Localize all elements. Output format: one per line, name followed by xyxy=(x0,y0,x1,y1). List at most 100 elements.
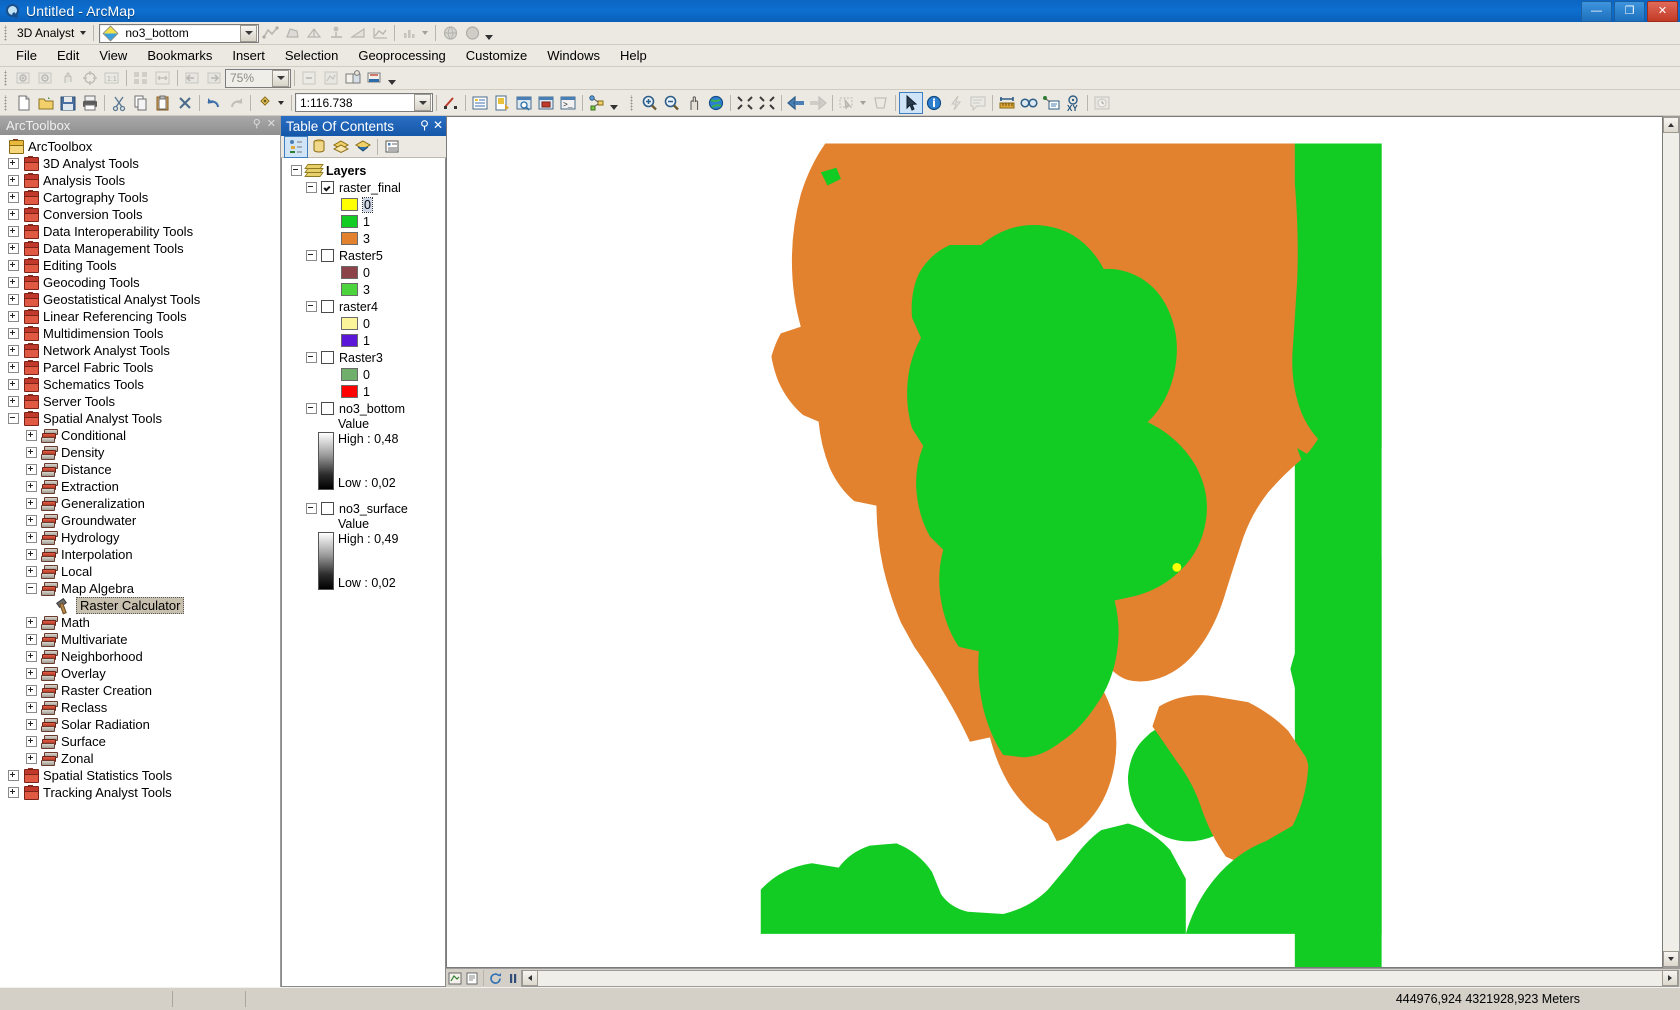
menu-bookmarks[interactable]: Bookmarks xyxy=(137,46,222,65)
chevron-down-icon[interactable] xyxy=(278,100,284,105)
toolset-interpolation[interactable]: Interpolation xyxy=(0,546,280,563)
legend-class[interactable]: 3 xyxy=(282,281,445,298)
toolbox-network-analyst-tools[interactable]: Network Analyst Tools xyxy=(0,342,280,359)
profile-graph-icon[interactable] xyxy=(369,23,391,43)
refresh-view-icon[interactable] xyxy=(487,971,504,986)
expander-icon[interactable] xyxy=(26,566,37,577)
data-driven-pages-icon[interactable] xyxy=(364,68,386,88)
toc-root-layers[interactable]: Layers xyxy=(282,162,445,179)
arctoolbox-tree[interactable]: ArcToolbox 3D Analyst Tools Analysis Too… xyxy=(0,135,280,987)
layer-visibility-checkbox[interactable] xyxy=(321,300,334,313)
menu-file[interactable]: File xyxy=(6,46,47,65)
close-button[interactable]: ✕ xyxy=(1647,1,1678,22)
undo-icon[interactable] xyxy=(203,93,225,113)
clear-selection-icon[interactable] xyxy=(870,93,892,113)
expander-icon[interactable] xyxy=(26,634,37,645)
toolbox-data-management-tools[interactable]: Data Management Tools xyxy=(0,240,280,257)
measure-icon[interactable] xyxy=(996,93,1018,113)
map-canvas[interactable] xyxy=(446,116,1663,968)
3d-analyst-menu[interactable]: 3D Analyst xyxy=(13,26,78,40)
search-icon[interactable] xyxy=(513,93,535,113)
list-by-source-icon[interactable] xyxy=(308,137,330,157)
expander-icon[interactable] xyxy=(26,549,37,560)
collapse-icon[interactable] xyxy=(306,250,317,261)
scroll-up-button[interactable] xyxy=(1663,117,1679,133)
toolbox-spatial-analyst-tools[interactable]: Spatial Analyst Tools xyxy=(0,410,280,427)
toolset-math[interactable]: Math xyxy=(0,614,280,631)
zoom-in-icon[interactable] xyxy=(639,93,661,113)
toolbox-cartography-tools[interactable]: Cartography Tools xyxy=(0,189,280,206)
add-data-icon[interactable] xyxy=(254,93,276,113)
toolset-raster-creation[interactable]: Raster Creation xyxy=(0,682,280,699)
toolset-zonal[interactable]: Zonal xyxy=(0,750,280,767)
expander-icon[interactable] xyxy=(26,498,37,509)
expander-icon[interactable] xyxy=(8,243,19,254)
select-features-icon[interactable] xyxy=(836,93,858,113)
expander-icon[interactable] xyxy=(26,481,37,492)
table-of-contents-icon[interactable] xyxy=(469,93,491,113)
toolbox-linear-referencing-tools[interactable]: Linear Referencing Tools xyxy=(0,308,280,325)
toolbox-tracking-analyst-tools[interactable]: Tracking Analyst Tools xyxy=(0,784,280,801)
layout-view-icon[interactable] xyxy=(463,971,480,986)
legend-class[interactable]: 0 xyxy=(282,264,445,281)
line-of-sight-icon[interactable] xyxy=(347,23,369,43)
toolbox-schematics-tools[interactable]: Schematics Tools xyxy=(0,376,280,393)
scroll-right-button[interactable] xyxy=(1662,970,1678,986)
chevron-down-icon[interactable] xyxy=(80,31,87,35)
collapse-icon[interactable] xyxy=(8,413,19,424)
one-to-one-icon[interactable]: 1:1 xyxy=(101,68,123,88)
expander-icon[interactable] xyxy=(8,226,19,237)
save-icon[interactable] xyxy=(57,93,79,113)
layer-visibility-checkbox[interactable] xyxy=(321,351,334,364)
print-icon[interactable] xyxy=(79,93,101,113)
expander-icon[interactable] xyxy=(8,158,19,169)
legend-class[interactable]: 0 xyxy=(282,366,445,383)
toc-layer-no3-surface[interactable]: no3_surface xyxy=(282,500,445,517)
expander-icon[interactable] xyxy=(26,447,37,458)
find-route-icon[interactable] xyxy=(1040,93,1062,113)
layer-visibility-checkbox[interactable] xyxy=(321,181,334,194)
model-builder-icon[interactable] xyxy=(586,93,608,113)
collapse-icon[interactable] xyxy=(26,583,37,594)
toolbox-editing-tools[interactable]: Editing Tools xyxy=(0,257,280,274)
arctoolbox-root[interactable]: ArcToolbox xyxy=(0,138,280,155)
add-features-icon[interactable] xyxy=(325,23,347,43)
expander-icon[interactable] xyxy=(8,260,19,271)
legend-class[interactable]: 1 xyxy=(282,383,445,400)
go-to-xy-icon[interactable]: XY xyxy=(1062,93,1084,113)
toolset-hydrology[interactable]: Hydrology xyxy=(0,529,280,546)
open-folder-icon[interactable] xyxy=(35,93,57,113)
collapse-icon[interactable] xyxy=(306,403,317,414)
close-icon[interactable]: ✕ xyxy=(433,118,443,132)
expander-icon[interactable] xyxy=(8,277,19,288)
fixed-zoom-out-icon[interactable] xyxy=(756,93,778,113)
legend-class[interactable]: 1 xyxy=(282,332,445,349)
delete-icon[interactable] xyxy=(174,93,196,113)
toolset-multivariate[interactable]: Multivariate xyxy=(0,631,280,648)
toc-layer-raster5[interactable]: Raster5 xyxy=(282,247,445,264)
toc-layer-raster3[interactable]: Raster3 xyxy=(282,349,445,366)
expander-icon[interactable] xyxy=(8,311,19,322)
expander-icon[interactable] xyxy=(8,787,19,798)
collapse-icon[interactable] xyxy=(291,165,302,176)
expander-icon[interactable] xyxy=(8,328,19,339)
zoom-whole-page-icon[interactable] xyxy=(130,68,152,88)
expander-icon[interactable] xyxy=(26,668,37,679)
toolbox-multidimension-tools[interactable]: Multidimension Tools xyxy=(0,325,280,342)
minimize-button[interactable]: — xyxy=(1581,1,1612,22)
forward-extent-icon[interactable] xyxy=(807,93,829,113)
expander-icon[interactable] xyxy=(8,362,19,373)
toolbar-overflow-button[interactable] xyxy=(386,69,397,87)
find-icon[interactable] xyxy=(1018,93,1040,113)
expander-icon[interactable] xyxy=(8,770,19,781)
identify-icon[interactable] xyxy=(923,93,945,113)
expander-icon[interactable] xyxy=(26,532,37,543)
pause-drawing-icon[interactable] xyxy=(504,971,521,986)
toolset-density[interactable]: Density xyxy=(0,444,280,461)
toolbox-spatial-statistics-tools[interactable]: Spatial Statistics Tools xyxy=(0,767,280,784)
data-view-icon[interactable] xyxy=(446,971,463,986)
collapse-icon[interactable] xyxy=(306,503,317,514)
catalog-icon[interactable] xyxy=(491,93,513,113)
expander-icon[interactable] xyxy=(8,192,19,203)
hyperlink-icon[interactable] xyxy=(945,93,967,113)
